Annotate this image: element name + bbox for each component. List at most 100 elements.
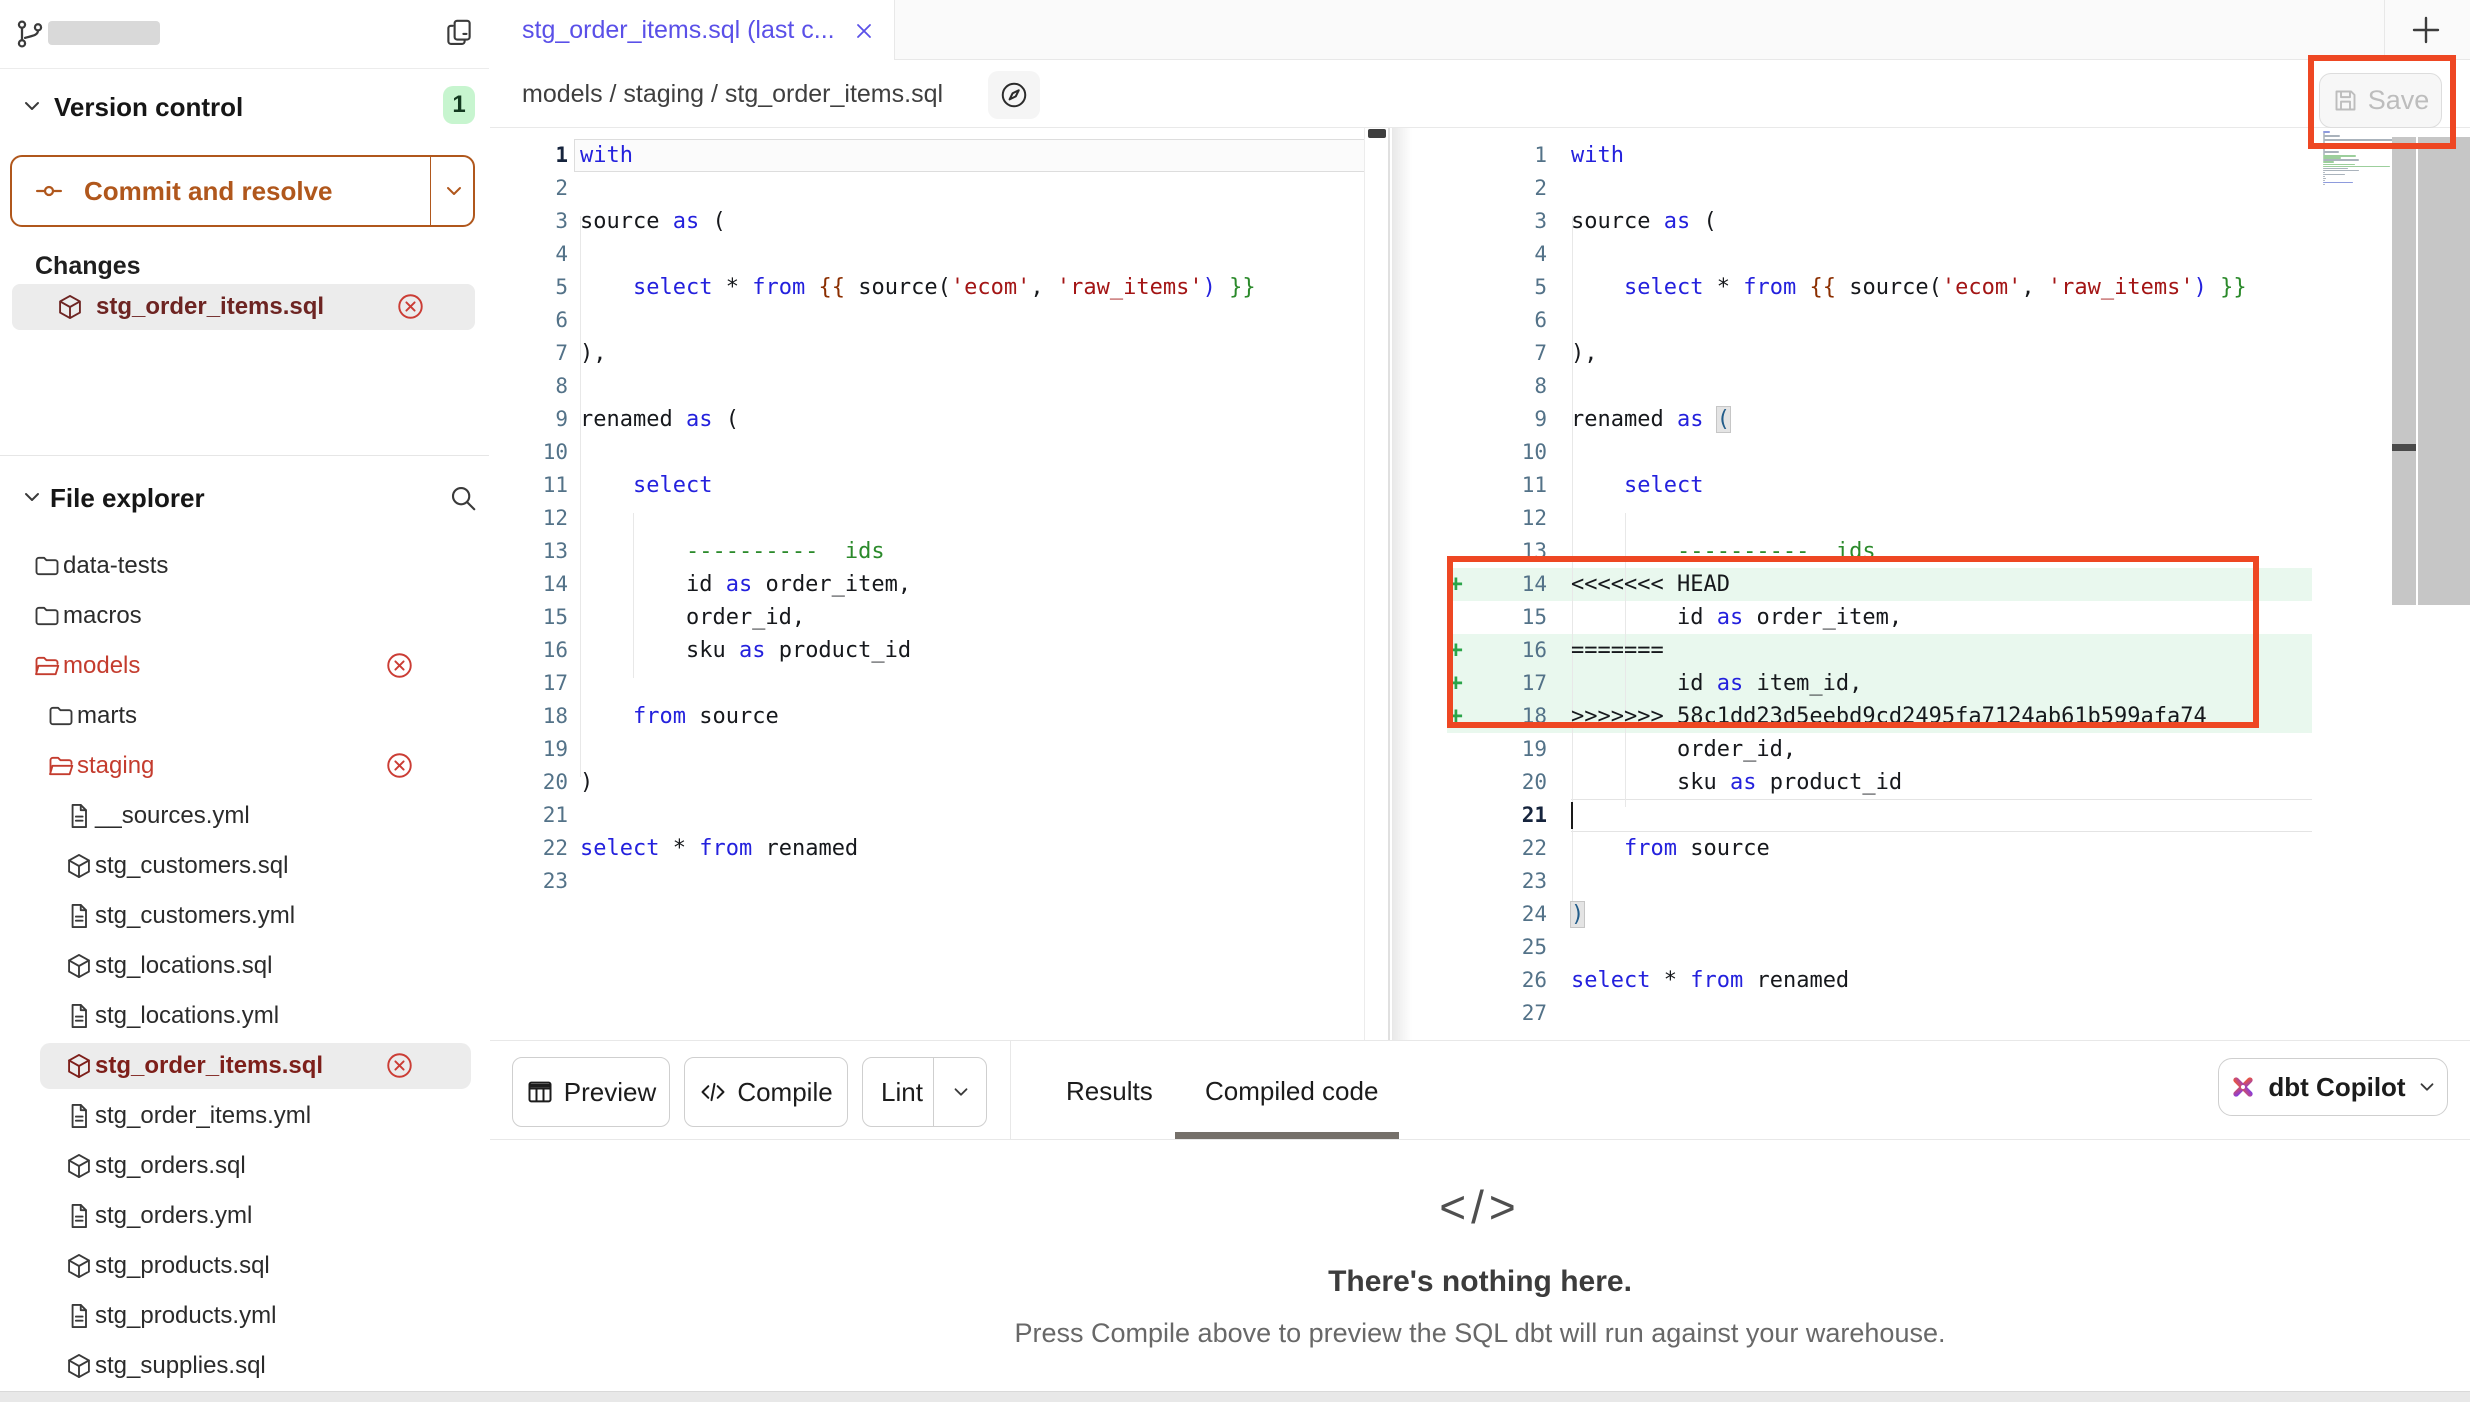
code-line-21[interactable]: 21 [490,799,1388,832]
code-line-6[interactable]: 6 [490,304,1388,337]
close-icon[interactable] [852,19,876,43]
file-explorer-title[interactable]: File explorer [50,483,205,514]
code-line-4[interactable]: 4 [490,238,1388,271]
code-line-19[interactable]: 19 [490,733,1388,766]
code-line-25[interactable]: 25 [1392,931,2470,964]
tab-results[interactable]: Results [1066,1076,1153,1107]
code-line-22[interactable]: 22select * from renamed [490,832,1388,865]
breadcrumb[interactable]: models / staging / stg_order_items.sql [522,80,943,109]
code-line-23[interactable]: 23 [1392,865,2470,898]
file-row-data-tests[interactable]: data-tests [0,541,489,591]
code-line-8[interactable]: 8 [490,370,1388,403]
tab-stg-order-items[interactable]: stg_order_items.sql (last c... [490,0,895,61]
code-line-6[interactable]: 6 [1392,304,2470,337]
minimap-slider[interactable] [2392,137,2416,605]
chevron-down-icon[interactable] [20,485,44,509]
code-line-17[interactable]: +17 id as item_id, [1392,667,2470,700]
code-line-1[interactable]: 1with [1392,139,2470,172]
code-line-20[interactable]: 20) [490,766,1388,799]
save-button[interactable]: Save [2319,73,2442,128]
preview-button[interactable]: Preview [512,1057,670,1127]
file-row-stg_order_items.sql[interactable]: stg_order_items.sql [0,1041,489,1091]
code-line-3[interactable]: 3source as ( [1392,205,2470,238]
version-control-title[interactable]: Version control [54,92,243,123]
code-line-17[interactable]: 17 [490,667,1388,700]
code-line-26[interactable]: 26select * from renamed [1392,964,2470,997]
code-line-14[interactable]: 14 id as order_item, [490,568,1388,601]
file-row-macros[interactable]: macros [0,591,489,641]
code-line-13[interactable]: 13 ---------- ids [490,535,1388,568]
changed-file-row[interactable]: stg_order_items.sql [12,284,475,330]
left-pane-scrollbar[interactable] [1364,128,1388,1040]
file-row-marts[interactable]: marts [0,691,489,741]
code-line-2[interactable]: 2 [1392,172,2470,205]
code-line-14[interactable]: +14<<<<<<< HEAD [1392,568,2470,601]
cancel-icon[interactable] [385,751,414,780]
file-row-staging[interactable]: staging [0,741,489,791]
editor-scrollbar[interactable] [2418,137,2470,605]
code-line-19[interactable]: 19 order_id, [1392,733,2470,766]
code-line-7[interactable]: 7), [490,337,1388,370]
code-line-18[interactable]: +18>>>>>>> 58c1dd23d5eebd9cd2495fa7124ab… [1392,700,2470,733]
code-line-9[interactable]: 9renamed as ( [1392,403,2470,436]
lint-dropdown-chevron[interactable] [933,1058,987,1126]
dbt-copilot-button[interactable]: dbt Copilot [2218,1058,2448,1116]
code-line-22[interactable]: 22 from source [1392,832,2470,865]
file-row-stg_customers.yml[interactable]: stg_customers.yml [0,891,489,941]
code-line-1[interactable]: 1with [490,139,1388,172]
file-row-stg_products.yml[interactable]: stg_products.yml [0,1291,489,1341]
code-line-11[interactable]: 11 select [1392,469,2470,502]
file-row-stg_locations.sql[interactable]: stg_locations.sql [0,941,489,991]
code-line-20[interactable]: 20 sku as product_id [1392,766,2470,799]
copy-docs-icon[interactable] [444,17,474,47]
commit-and-resolve-button[interactable]: Commit and resolve [10,155,475,227]
code-line-5[interactable]: 5 select * from {{ source('ecom', 'raw_i… [490,271,1388,304]
code-line-24[interactable]: 24) [1392,898,2470,931]
code-line-16[interactable]: +16======= [1392,634,2470,667]
code-line-8[interactable]: 8 [1392,370,2470,403]
editor-pane-original[interactable]: 1with23source as (45 select * from {{ so… [490,128,1390,1040]
file-row-models[interactable]: models [0,641,489,691]
discard-change-icon[interactable] [396,292,425,321]
code-line-7[interactable]: 7), [1392,337,2470,370]
scrollbar-thumb[interactable] [1368,129,1386,138]
minimap-slider-thumb[interactable] [2392,444,2416,451]
file-row-__sources.yml[interactable]: __sources.yml [0,791,489,841]
chevron-down-icon[interactable] [20,94,44,118]
file-row-stg_orders.yml[interactable]: stg_orders.yml [0,1191,489,1241]
code-line-3[interactable]: 3source as ( [490,205,1388,238]
code-line-10[interactable]: 10 [490,436,1388,469]
lint-button[interactable]: Lint [862,1057,987,1127]
code-line-9[interactable]: 9renamed as ( [490,403,1388,436]
code-line-11[interactable]: 11 select [490,469,1388,502]
code-line-12[interactable]: 12 [490,502,1388,535]
code-line-27[interactable]: 27 [1392,997,2470,1030]
cancel-icon[interactable] [385,1051,414,1080]
file-row-stg_products.sql[interactable]: stg_products.sql [0,1241,489,1291]
code-line-15[interactable]: 15 id as order_item, [1392,601,2470,634]
file-row-stg_customers.sql[interactable]: stg_customers.sql [0,841,489,891]
code-line-13[interactable]: 13 ---------- ids [1392,535,2470,568]
compile-button[interactable]: Compile [684,1057,848,1127]
code-line-21[interactable]: 21 [1392,799,2470,832]
file-row-stg_orders.sql[interactable]: stg_orders.sql [0,1141,489,1191]
search-icon[interactable] [448,483,478,513]
code-line-5[interactable]: 5 select * from {{ source('ecom', 'raw_i… [1392,271,2470,304]
code-line-10[interactable]: 10 [1392,436,2470,469]
code-line-4[interactable]: 4 [1392,238,2470,271]
tab-compiled-code[interactable]: Compiled code [1205,1076,1378,1107]
new-tab-button[interactable] [2408,12,2444,48]
code-line-2[interactable]: 2 [490,172,1388,205]
editor-pane-current[interactable]: 1with23source as (45 select * from {{ so… [1392,128,2470,1040]
file-row-stg_locations.yml[interactable]: stg_locations.yml [0,991,489,1041]
code-line-12[interactable]: 12 [1392,502,2470,535]
file-row-stg_order_items.yml[interactable]: stg_order_items.yml [0,1091,489,1141]
file-row-stg_supplies.sql[interactable]: stg_supplies.sql [0,1341,489,1391]
code-line-16[interactable]: 16 sku as product_id [490,634,1388,667]
code-line-18[interactable]: 18 from source [490,700,1388,733]
code-line-15[interactable]: 15 order_id, [490,601,1388,634]
cancel-icon[interactable] [385,651,414,680]
minimap[interactable] [2323,131,2395,186]
lineage-compass-icon[interactable] [988,71,1040,119]
code-line-23[interactable]: 23 [490,865,1388,898]
